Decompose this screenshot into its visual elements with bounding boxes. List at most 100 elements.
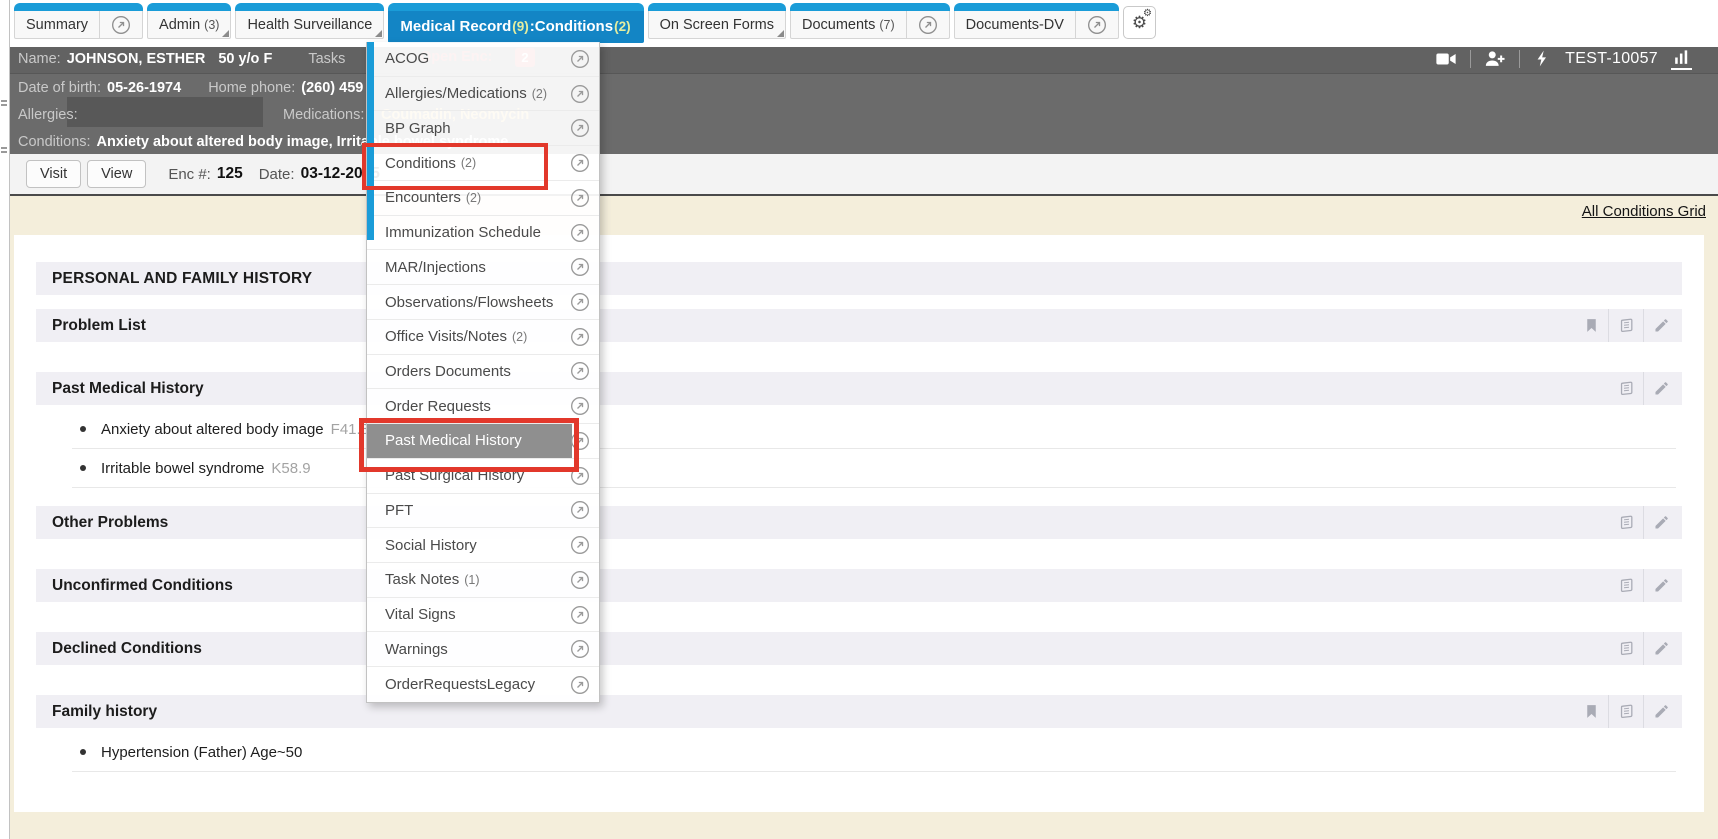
edit-button[interactable] (1643, 372, 1678, 405)
notes-button[interactable] (1609, 569, 1643, 602)
menu-item-label: PFT (385, 502, 413, 519)
tab-documents-dv[interactable]: Documents-DV (954, 3, 1119, 39)
list-item[interactable]: Anxiety about altered body image F41.8 (72, 410, 1676, 449)
left-panel-splitter[interactable] (0, 0, 10, 839)
open-in-new-icon[interactable] (570, 431, 590, 451)
tab-summary[interactable]: Summary (14, 3, 143, 39)
personal-family-history-card: PERSONAL AND FAMILY HISTORY Problem List… (14, 235, 1704, 812)
menu-item-social-history[interactable]: Social History (367, 528, 599, 563)
open-in-new-icon[interactable] (570, 327, 590, 347)
menu-item-mar-injections[interactable]: MAR/Injections (367, 250, 599, 285)
conditions-label: Conditions: (18, 134, 91, 150)
notes-button[interactable] (1608, 695, 1643, 728)
menu-item-orders-documents[interactable]: Orders Documents (367, 355, 599, 390)
open-in-new-icon[interactable] (570, 361, 590, 381)
section-other-problems: Other Problems (36, 506, 1682, 539)
tab-count: (7) (879, 18, 894, 32)
section-past-medical-history: Past Medical History (36, 372, 1682, 405)
edit-button[interactable] (1643, 309, 1678, 342)
enc-value: 125 (217, 165, 243, 183)
menu-item-bp-graph[interactable]: BP Graph (367, 111, 599, 146)
menu-item-past-medical-history[interactable]: Past Medical History (367, 424, 599, 459)
open-in-new-icon[interactable] (570, 605, 590, 625)
open-in-new-icon[interactable] (918, 15, 938, 35)
open-in-new-icon[interactable] (570, 118, 590, 138)
open-in-new-icon[interactable] (570, 570, 590, 590)
menu-item-label: Immunization Schedule (385, 224, 541, 241)
open-in-new-icon[interactable] (570, 675, 590, 695)
condition-text: Irritable bowel syndrome (101, 460, 264, 477)
menu-item-past-surgical-history[interactable]: Past Surgical History (367, 459, 599, 494)
open-in-new-icon[interactable] (570, 84, 590, 104)
menu-item-task-notes[interactable]: Task Notes(1) (367, 563, 599, 598)
open-in-new-icon[interactable] (570, 396, 590, 416)
lightning-icon[interactable] (1533, 49, 1552, 68)
list-item[interactable]: Hypertension (Father) Age~50 (72, 733, 1676, 772)
open-in-new-icon[interactable] (570, 188, 590, 208)
patient-id: TEST-10057 (1565, 50, 1658, 68)
menu-item-encounters[interactable]: Encounters(2) (367, 181, 599, 216)
conditions-page: All Conditions Grid PERSONAL AND FAMILY … (10, 196, 1718, 839)
view-button[interactable]: View (87, 160, 146, 188)
menu-item-allergies-medications[interactable]: Allergies/Medications(2) (367, 77, 599, 112)
open-in-new-icon[interactable] (570, 223, 590, 243)
tab-accent-strip (147, 3, 231, 11)
menu-item-office-visits-notes[interactable]: Office Visits/Notes(2) (367, 320, 599, 355)
open-in-new-icon[interactable] (570, 466, 590, 486)
edit-button[interactable] (1643, 506, 1678, 539)
menu-item-warnings[interactable]: Warnings (367, 632, 599, 667)
tab-count: (2) (614, 19, 631, 34)
all-conditions-grid-link[interactable]: All Conditions Grid (1582, 203, 1706, 220)
list-item[interactable]: Irritable bowel syndrome K58.9 (72, 449, 1676, 488)
open-in-new-icon[interactable] (570, 153, 590, 173)
notes-button[interactable] (1608, 309, 1643, 342)
open-in-new-icon[interactable] (570, 500, 590, 520)
settings-button[interactable]: ⚙⚙ (1123, 6, 1156, 39)
menu-item-immunization-schedule[interactable]: Immunization Schedule (367, 216, 599, 251)
open-in-new-icon[interactable] (570, 639, 590, 659)
tab-medical-record[interactable]: Medical Record (9) :Conditions (2) (388, 3, 643, 43)
menu-item-vital-signs[interactable]: Vital Signs (367, 598, 599, 633)
open-in-new-icon[interactable] (570, 257, 590, 277)
open-in-new-icon[interactable] (1087, 15, 1107, 35)
menu-item-pft[interactable]: PFT (367, 494, 599, 529)
menu-item-order-requests[interactable]: Order Requests (367, 389, 599, 424)
menu-item-conditions[interactable]: Conditions(2) (367, 146, 599, 181)
menu-item-orderrequestslegacy[interactable]: OrderRequestsLegacy (367, 667, 599, 702)
bookmark-button[interactable] (1574, 309, 1608, 342)
notes-button[interactable] (1609, 506, 1643, 539)
notes-button[interactable] (1609, 372, 1643, 405)
open-in-new-icon[interactable] (570, 535, 590, 555)
tab-on-screen-forms[interactable]: On Screen Forms (648, 3, 786, 39)
tab-label-suffix: :Conditions (530, 18, 613, 35)
open-in-new-icon[interactable] (111, 15, 131, 35)
book-icon (1618, 640, 1635, 657)
section-title: PERSONAL AND FAMILY HISTORY (52, 270, 312, 288)
menu-item-observations-flowsheets[interactable]: Observations/Flowsheets (367, 285, 599, 320)
tab-label: Health Surveillance (247, 17, 372, 33)
splitter-grip (1, 100, 7, 102)
open-in-new-icon[interactable] (570, 292, 590, 312)
bullet-icon (80, 426, 86, 432)
splitter-grip (1, 147, 7, 149)
menu-item-count: (2) (466, 191, 481, 205)
edit-button[interactable] (1643, 569, 1678, 602)
bullet-icon (80, 749, 86, 755)
splitter-grip (1, 151, 7, 153)
tab-documents[interactable]: Documents (7) (790, 3, 950, 39)
menu-item-label: Order Requests (385, 398, 491, 415)
tab-health-surveillance[interactable]: Health Surveillance (235, 3, 384, 39)
notes-button[interactable] (1609, 632, 1643, 665)
book-icon (1618, 380, 1635, 397)
open-in-new-icon[interactable] (570, 49, 590, 69)
chart-button[interactable] (1671, 48, 1692, 70)
visit-button[interactable]: Visit (26, 160, 81, 188)
edit-button[interactable] (1643, 632, 1678, 665)
menu-item-acog[interactable]: ACOG (367, 42, 599, 77)
edit-button[interactable] (1643, 695, 1678, 728)
bookmark-button[interactable] (1574, 695, 1608, 728)
app-window: Summary Admin (3) Health Surveillance Me… (0, 0, 1718, 839)
video-camera-icon[interactable] (1435, 48, 1457, 70)
tab-admin[interactable]: Admin (3) (147, 3, 231, 39)
add-person-icon[interactable] (1484, 48, 1506, 70)
